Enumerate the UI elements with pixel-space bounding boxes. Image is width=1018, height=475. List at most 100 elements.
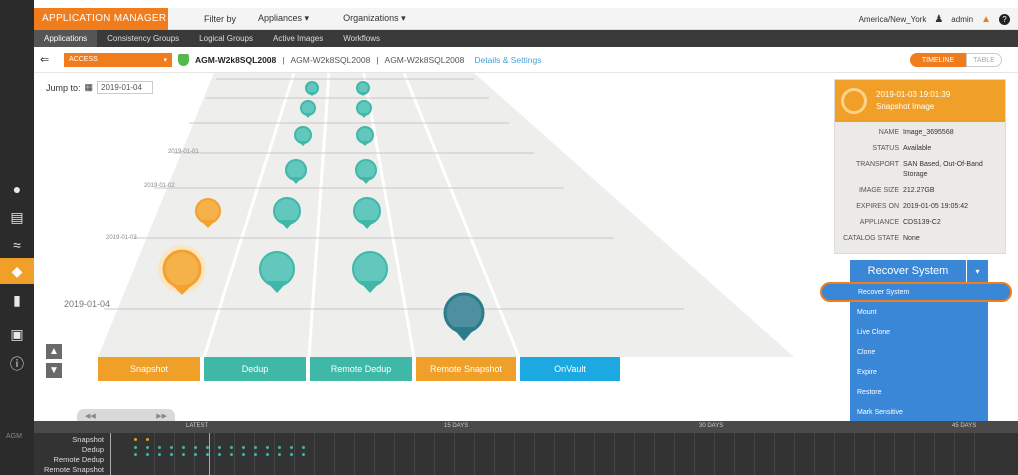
timeline-day-line [834,433,835,475]
scroll-down-button[interactable]: ▼ [46,363,62,378]
table-toggle[interactable]: TABLE [966,53,1002,67]
detail-row: CATALOG STATE None [843,235,920,242]
menu-item-restore[interactable]: Restore [850,382,988,402]
protection-shield-icon [178,53,189,66]
jump-to-label: Jump to: [46,82,81,93]
timeline-day-line [734,433,735,475]
info-icon[interactable]: ⓘ [0,351,34,377]
category-remote-snapshot[interactable]: Remote Snapshot [416,357,516,381]
calendar-icon[interactable]: ▦ [85,82,94,93]
timeline-dot[interactable] [158,446,161,449]
timeline-dot[interactable] [254,453,257,456]
timeline-day-line [554,433,555,475]
timeline-mark: 15 DAYS [444,423,469,429]
database-icon[interactable]: ▤ [0,204,34,230]
top-right-area: America/New_York ♟ admin ▲ ? [859,8,1010,30]
chart-icon[interactable]: ≈ [0,232,34,258]
timeline-dot[interactable] [158,453,161,456]
app-title: APPLICATION MANAGER [34,7,168,30]
user-icon[interactable]: ♟ [934,14,943,25]
details-header: 2019-01-03 19:01:39 Snapshot Image [835,80,1005,122]
timeline-dot[interactable] [170,446,173,449]
details-settings-link[interactable]: Details & Settings [474,55,541,65]
menu-item-mount[interactable]: Mount [850,302,988,322]
timeline-dot[interactable] [218,453,221,456]
timeline-dot[interactable] [134,438,137,441]
timeline-dot[interactable] [170,453,173,456]
category-onvault[interactable]: OnVault [520,357,620,381]
menu-item-clone[interactable]: Clone [850,342,988,362]
menu-item-recover-system[interactable]: Recover System [820,282,1012,302]
timeline-row-label: Remote Dedup [53,455,104,464]
timeline-dot[interactable] [194,446,197,449]
timeline-dot[interactable] [206,446,209,449]
help-icon[interactable]: ? [999,13,1010,25]
timeline-day-line [714,433,715,475]
timeline-dot[interactable] [134,446,137,449]
menu-item-live-clone[interactable]: Live Clone [850,322,988,342]
jump-date-input[interactable] [97,81,154,94]
timeline-dot[interactable] [230,453,233,456]
timeline-dot[interactable] [242,446,245,449]
timeline-dot[interactable] [254,446,257,449]
back-icon[interactable]: ⇐ [40,53,49,66]
user-name[interactable]: admin [951,15,973,24]
timeline-row-label: Dedup [81,445,104,454]
timeline-day-line [574,433,575,475]
palette-icon[interactable]: ● [0,176,34,202]
timeline-day-line [174,433,175,475]
shield-nav-icon[interactable]: ◆ [0,258,34,284]
access-dropdown[interactable]: ACCESS ▾ [64,52,172,67]
tab-bar: Applications Consistency Groups Logical … [34,30,1018,47]
timeline-mark: 45 DAYS [952,423,977,429]
timeline-dot[interactable] [134,453,137,456]
timeline-dot[interactable] [218,446,221,449]
recover-system-button[interactable]: Recover System ▾ [850,260,988,282]
tab-logical-groups[interactable]: Logical Groups [189,30,263,47]
menu-item-mark-sensitive[interactable]: Mark Sensitive [850,402,988,422]
timeline-dot[interactable] [302,453,305,456]
category-snapshot[interactable]: Snapshot [98,357,200,381]
timeline-dot[interactable] [278,446,281,449]
tab-applications[interactable]: Applications [34,30,98,47]
bottom-timeline: LATEST 15 DAYS 30 DAYS 45 DAYS Snapshot … [34,421,1018,475]
monitor-icon[interactable]: ▣ [0,321,34,347]
reports-icon[interactable]: ▮ [0,287,34,313]
timeline-dot[interactable] [242,453,245,456]
timeline-dot[interactable] [146,438,149,441]
timeline-dot[interactable] [278,453,281,456]
timeline-day-line [854,433,855,475]
appliances-dropdown[interactable]: Appliances ▾ [258,13,309,24]
timeline-dot[interactable] [290,453,293,456]
timeline-day-line [234,433,235,475]
bell-icon[interactable]: ▲ [981,14,991,25]
timeline-dot[interactable] [302,446,305,449]
timeline-dot[interactable] [266,453,269,456]
timeline-dot[interactable] [146,446,149,449]
timeline-dot[interactable] [206,453,209,456]
timeline-day-line [274,433,275,475]
timeline-dot[interactable] [146,453,149,456]
timeline-dot[interactable] [266,446,269,449]
timeline-dot[interactable] [182,453,185,456]
timeline-dot[interactable] [290,446,293,449]
timeline-dot[interactable] [230,446,233,449]
timeline-day-line [394,433,395,475]
category-remote-dedup[interactable]: Remote Dedup [310,357,412,381]
chevron-down-icon[interactable]: ▾ [966,260,988,282]
category-dedup[interactable]: Dedup [204,357,306,381]
tab-consistency-groups[interactable]: Consistency Groups [97,30,189,47]
timeline-day-line [614,433,615,475]
tab-active-images[interactable]: Active Images [263,30,333,47]
timezone-label: America/New_York [858,14,927,24]
row-date-label: 2019-01-01 [168,149,199,155]
timeline-toggle[interactable]: TIMELINE [910,53,966,67]
timeline-dot[interactable] [194,453,197,456]
tab-workflows[interactable]: Workflows [333,30,390,47]
menu-item-expire[interactable]: Expire [850,362,988,382]
organizations-dropdown[interactable]: Organizations ▾ [343,13,406,24]
scroll-up-button[interactable]: ▲ [46,344,62,359]
timeline-scale [34,421,1018,433]
timeline-dot[interactable] [182,446,185,449]
view-toggle: TIMELINE TABLE [910,53,1002,67]
